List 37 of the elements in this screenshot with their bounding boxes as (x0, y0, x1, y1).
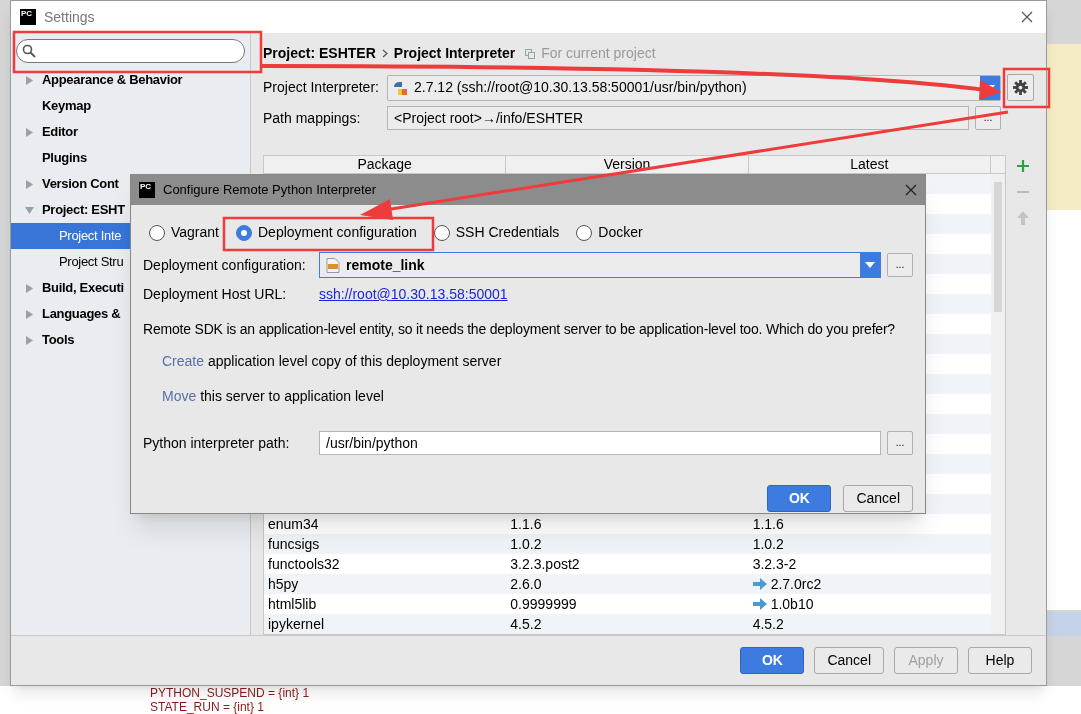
table-cell-text: 0.9999999 (509, 594, 578, 614)
table-cell-text: 1.1.6 (509, 514, 543, 534)
field-label: Python interpreter path: (143, 433, 291, 453)
field-label: Deployment Host URL: (143, 285, 288, 304)
field-label: Project Interpreter: (263, 78, 380, 97)
window-title: Settings (44, 7, 95, 27)
breadcrumb-item: Project: ESHTER (263, 44, 376, 63)
table-cell-text: 3.2.3.post2 (509, 554, 581, 574)
table-cell-text: funcsigs (267, 534, 321, 554)
table-cell-text: 1.1.6 (752, 514, 784, 534)
variable-text: PYTHON_SUSPEND = {int} 1 (150, 686, 311, 700)
choice-text: Create application level copy of this deployment server (161, 352, 503, 371)
info-message: Remote SDK is an application-level entity, so it needs the deployment server to be application-level too. Which do you prefer? (143, 320, 896, 339)
table-cell-text: 1.0b10 (770, 594, 814, 614)
variable-text: STATE_RUN = {int} 1 (150, 700, 265, 714)
table-cell-text: 4.5.2 (752, 614, 784, 634)
table-cell-text: 3.2.3-2 (752, 554, 797, 574)
dialog-title: Configure Remote Python Interpreter (163, 181, 377, 200)
table-cell-text: enum34 (267, 514, 320, 534)
table-cell-text: 1.0.2 (509, 534, 543, 554)
table-cell-text: html5lib (267, 594, 318, 614)
app-logo: PC (139, 182, 155, 198)
scope-note: For current project (541, 44, 656, 63)
choice-text: Move this server to application level (161, 387, 385, 406)
table-cell-text: ipykernel (267, 614, 326, 634)
breadcrumb-item: Project Interpreter (393, 44, 516, 63)
app-logo: PC (20, 9, 36, 25)
table-cell-text: 2.6.0 (509, 574, 543, 594)
field-label: Deployment configuration: (143, 255, 307, 275)
field-label: Path mappings: (263, 108, 362, 128)
configuration-value: remote_link (346, 255, 426, 275)
table-cell-text: 2.7.0rc2 (770, 574, 822, 594)
table-cell-text: h5py (267, 574, 300, 594)
table-cell-text: 4.5.2 (509, 614, 543, 634)
table-cell-text: functools32 (267, 554, 341, 574)
table-cell-text: 1.0.2 (752, 534, 784, 554)
interpreter-value: 2.7.12 (ssh://root@10.30.13.58:50001/usr/bin/python) (414, 78, 748, 97)
